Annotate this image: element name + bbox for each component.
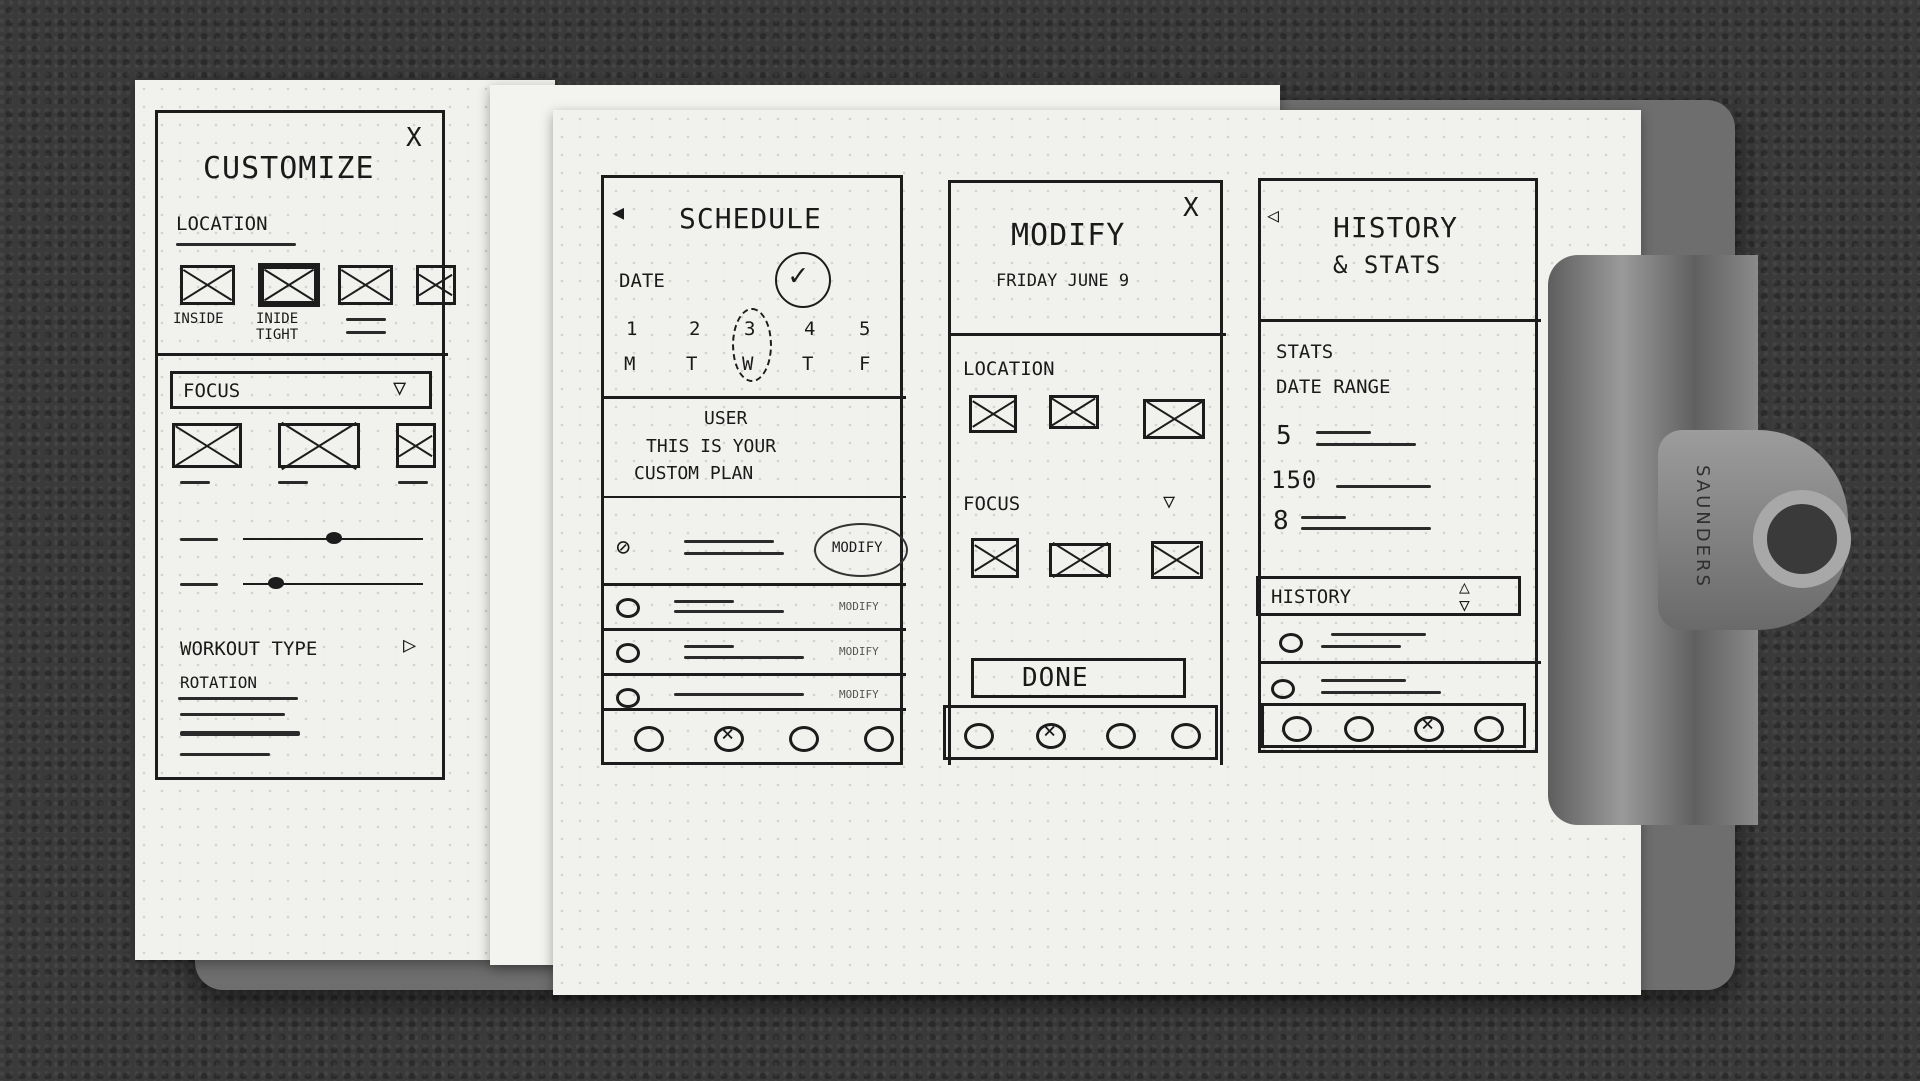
customize-title: CUSTOMIZE — [203, 151, 375, 186]
triangle-down-icon[interactable]: ▽ — [1163, 489, 1175, 513]
close-icon[interactable]: X — [1183, 193, 1199, 223]
location-option-2[interactable] — [1049, 395, 1099, 429]
back-arrow-icon[interactable]: ◁ — [1267, 203, 1279, 227]
date-label: DATE — [619, 270, 665, 292]
nav-tab-3[interactable] — [789, 726, 819, 752]
day-letter: F — [859, 353, 871, 375]
stat-value: 5 — [1276, 421, 1293, 451]
sort-arrows-icon[interactable]: △ ▽ — [1459, 579, 1470, 615]
nav-tab-3[interactable] — [1414, 712, 1444, 742]
sketch-sheet-main: ◀ SCHEDULE DATE 1 2 3 4 5 M T W T F USER… — [553, 110, 1641, 995]
modify-small-link[interactable]: MODIFY — [839, 688, 879, 701]
history-title: HISTORY — [1333, 211, 1459, 244]
schedule-screen: ◀ SCHEDULE DATE 1 2 3 4 5 M T W T F USER… — [601, 175, 908, 765]
location-label: LOCATION — [176, 213, 268, 235]
location-option-3[interactable] — [338, 265, 393, 305]
modify-small-link[interactable]: MODIFY — [839, 645, 879, 658]
nav-tab-2[interactable] — [714, 722, 744, 752]
history-item-radio[interactable] — [1279, 633, 1303, 653]
rotation-label: ROTATION — [180, 673, 258, 692]
inside-label: INSIDE — [173, 311, 224, 327]
day-letter: T — [686, 353, 698, 375]
stats-label: STATS — [1276, 341, 1334, 363]
nav-tab-3[interactable] — [1106, 723, 1136, 749]
clip-ring — [1753, 490, 1851, 588]
triangle-down-icon: ▽ — [393, 376, 407, 401]
location-option-inside[interactable] — [180, 265, 235, 305]
stat-value: 150 — [1271, 466, 1318, 494]
workout-radio[interactable] — [616, 688, 640, 708]
day-letter: T — [802, 353, 814, 375]
location-option-inside-tight[interactable] — [258, 263, 320, 307]
history-screen: ◁ HISTORY & STATS STATS DATE RANGE 5 150… — [1256, 178, 1541, 753]
modify-small-link[interactable]: MODIFY — [839, 600, 879, 613]
history-subtitle: & STATS — [1333, 251, 1442, 279]
history-label: HISTORY — [1271, 586, 1352, 608]
user-line-2: CUSTOM PLAN — [634, 463, 754, 484]
modify-date: FRIDAY JUNE 9 — [996, 271, 1130, 291]
user-heading: USER — [704, 408, 748, 429]
user-line-1: THIS IS YOUR — [646, 436, 777, 457]
history-nav-bar — [1261, 703, 1526, 748]
modify-title: MODIFY — [1011, 218, 1126, 253]
day-number[interactable]: 4 — [804, 318, 815, 340]
triangle-right-icon[interactable]: ▷ — [403, 633, 416, 658]
focus-option-3[interactable] — [1151, 541, 1203, 579]
stat-value: 8 — [1273, 506, 1290, 536]
nav-tab-2[interactable] — [1036, 719, 1066, 749]
workout-type-label: WORKOUT TYPE — [180, 638, 318, 660]
modify-location-label: LOCATION — [963, 358, 1055, 380]
clipboard-clip: SAUNDERS — [1548, 255, 1873, 825]
focus-option-1[interactable] — [971, 538, 1019, 578]
day-number[interactable]: 5 — [859, 318, 870, 340]
location-option-4[interactable] — [416, 265, 456, 305]
nav-tab-4[interactable] — [864, 726, 894, 752]
focus-option-3[interactable] — [396, 423, 436, 468]
day-number[interactable]: 2 — [689, 318, 700, 340]
focus-option-2[interactable] — [278, 423, 360, 468]
nav-tab-4[interactable] — [1171, 723, 1201, 749]
history-section-header[interactable]: HISTORY △ ▽ — [1256, 576, 1521, 616]
nav-tab-4[interactable] — [1474, 716, 1504, 742]
workout-radio[interactable] — [616, 643, 640, 663]
focus-option-2[interactable] — [1049, 543, 1111, 577]
photo: { "customize": { "title": "CUSTOMIZE", "… — [0, 0, 1920, 1081]
nav-tab-1[interactable] — [634, 726, 664, 752]
checkmark-icon: ✓ — [775, 252, 831, 308]
nav-tab-1[interactable] — [964, 723, 994, 749]
schedule-title: SCHEDULE — [679, 202, 822, 235]
nav-tab-2[interactable] — [1344, 716, 1374, 742]
done-label: DONE — [1022, 663, 1089, 693]
close-icon[interactable]: X — [406, 123, 422, 153]
day-letter: M — [624, 353, 636, 375]
nav-tab-1[interactable] — [1282, 716, 1312, 742]
focus-label: FOCUS — [183, 380, 241, 402]
selected-day-circle — [732, 308, 772, 382]
workout-radio[interactable] — [616, 598, 640, 618]
slider-2-knob[interactable] — [268, 577, 284, 589]
modify-screen: MODIFY X FRIDAY JUNE 9 LOCATION FOCUS ▽ … — [948, 180, 1226, 765]
done-button[interactable]: DONE — [971, 658, 1186, 698]
day-number[interactable]: 1 — [626, 318, 637, 340]
clip-brand-text: SAUNDERS — [1692, 465, 1713, 589]
modify-nav-bar — [943, 705, 1218, 760]
date-range-label[interactable]: DATE RANGE — [1276, 376, 1390, 398]
modify-focus-label: FOCUS — [963, 493, 1021, 515]
customize-screen: CUSTOMIZE X LOCATION INSIDE INIDE TIGHT … — [155, 110, 456, 780]
history-item-radio[interactable] — [1271, 679, 1295, 699]
focus-option-1[interactable] — [172, 423, 242, 468]
back-arrow-icon[interactable]: ◀ — [612, 200, 624, 224]
focus-dropdown[interactable]: FOCUS ▽ — [170, 371, 432, 409]
inside-tight-label: INIDE TIGHT — [256, 311, 299, 343]
modify-link[interactable]: MODIFY — [832, 540, 883, 556]
location-option-1[interactable] — [969, 395, 1017, 433]
slider-1-knob[interactable] — [326, 532, 342, 544]
checkmark-icon[interactable]: ⊘ — [616, 533, 630, 561]
location-option-3[interactable] — [1143, 399, 1205, 439]
